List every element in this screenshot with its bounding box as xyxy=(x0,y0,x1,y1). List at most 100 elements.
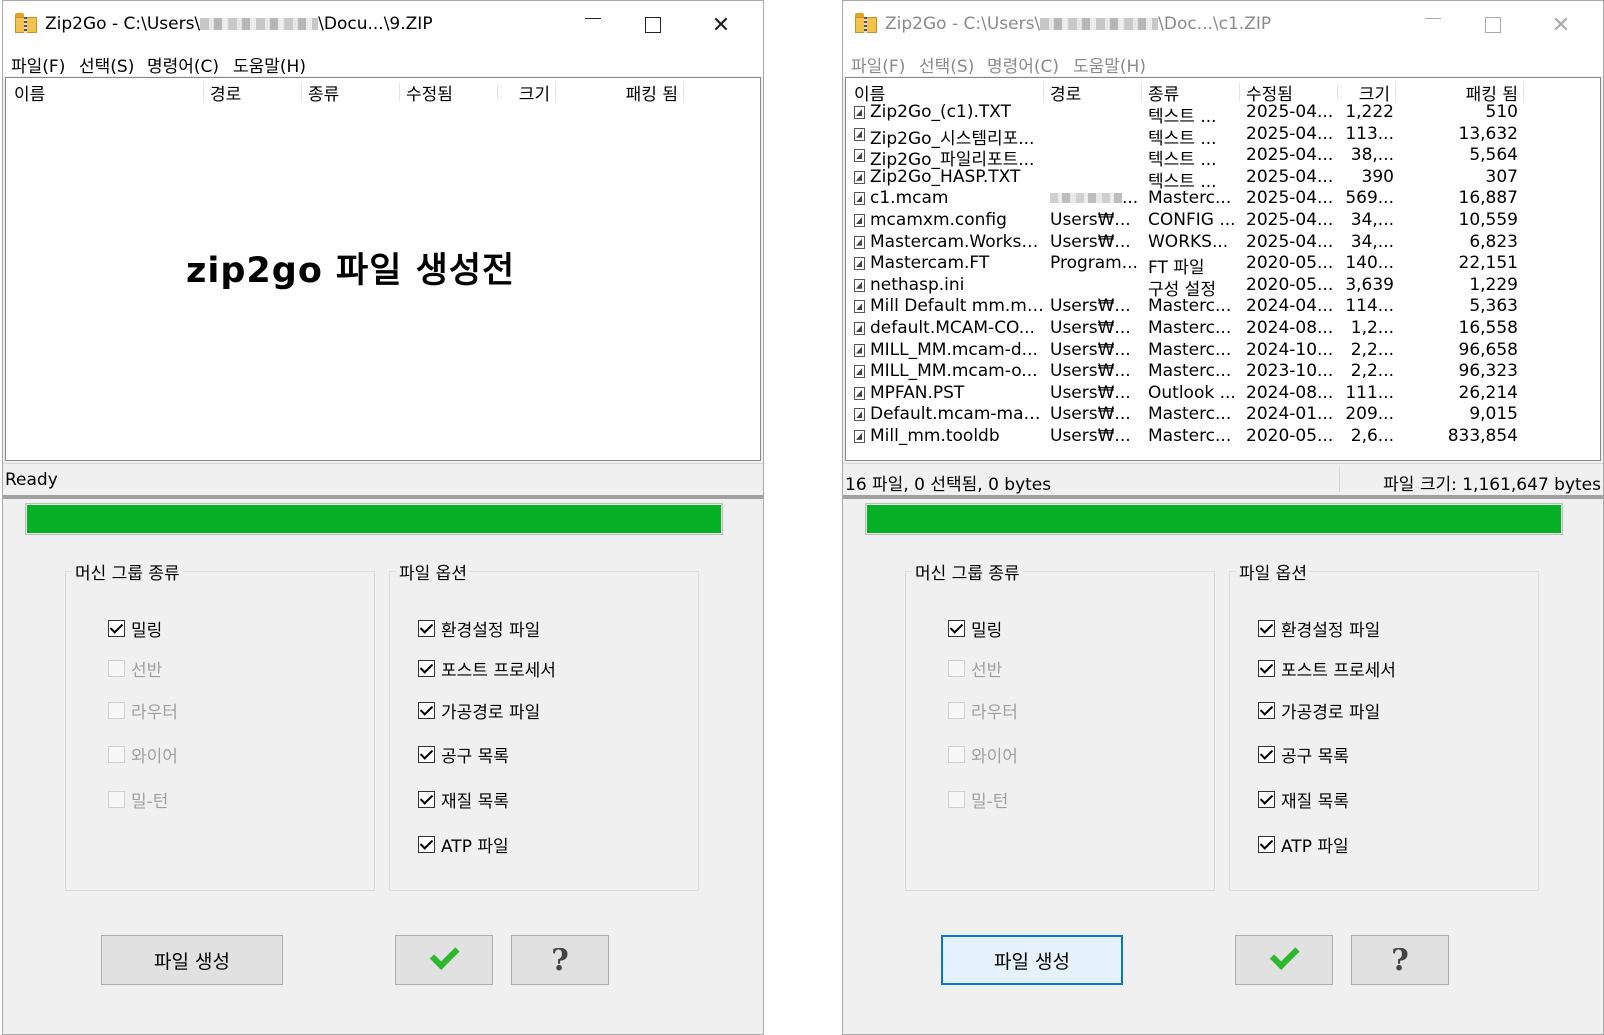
column-header-name[interactable]: 이름 xyxy=(854,80,1044,105)
minimize-button[interactable] xyxy=(1403,1,1463,49)
column-header-packed[interactable]: 패킹 됨 xyxy=(562,80,684,105)
checkbox-box[interactable] xyxy=(1258,745,1275,763)
table-row[interactable]: default.MCAM-CO... Users₩... Masterc... 202… xyxy=(846,318,1600,340)
checkbox-post-processor[interactable]: 포스트 프로세서 xyxy=(1258,656,1396,681)
column-header-modified[interactable]: 수정됨 xyxy=(1246,80,1338,105)
menu-file[interactable]: 파일(F) xyxy=(11,52,65,77)
maximize-button[interactable] xyxy=(1463,1,1523,49)
column-header-path[interactable]: 경로 xyxy=(1050,80,1142,105)
checkbox-atp-file[interactable]: ATP 파일 xyxy=(418,832,509,857)
column-header-size[interactable]: 크기 xyxy=(504,80,556,105)
checkbox-material-list[interactable]: 재질 목록 xyxy=(418,787,509,812)
checkbox-tool-list[interactable]: 공구 목록 xyxy=(1258,742,1349,767)
table-row[interactable]: Zip2Go_HASP.TXT 텍스트 ... 2025-04... 390 307 xyxy=(846,166,1600,192)
checkbox-toolpath-file[interactable]: 가공경로 파일 xyxy=(1258,698,1380,723)
create-file-button[interactable]: 파일 생성 xyxy=(101,935,283,985)
menu-select[interactable]: 선택(S) xyxy=(919,52,974,77)
column-header-modified[interactable]: 수정됨 xyxy=(406,80,498,105)
maximize-button[interactable] xyxy=(623,1,683,49)
cell-size: 2,2... xyxy=(1350,361,1394,382)
help-button[interactable]: ? xyxy=(1351,935,1449,985)
create-file-button[interactable]: 파일 생성 xyxy=(941,935,1123,985)
question-icon: ? xyxy=(551,942,569,978)
table-row[interactable]: Zip2Go_(c1).TXT 텍스트 ... 2025-04... 1,222 510 xyxy=(846,102,1600,127)
checkbox-box[interactable] xyxy=(418,619,435,637)
minimize-button[interactable] xyxy=(563,1,623,49)
cell-modified: 2025-04... xyxy=(1246,166,1334,187)
file-icon xyxy=(854,192,865,206)
cell-packed: 510 xyxy=(1485,102,1518,122)
checkbox-box[interactable] xyxy=(948,619,965,637)
checkbox-box[interactable] xyxy=(1258,659,1275,677)
status-bar: Ready xyxy=(3,463,763,496)
table-row[interactable]: nethasp.ini 구성 설정 2020-05... 3,639 1,229 xyxy=(846,274,1600,300)
column-header-size[interactable]: 크기 xyxy=(1344,80,1396,105)
checkbox-lathe: 선반 xyxy=(948,656,1002,681)
table-row[interactable]: Zip2Go_시스템리포... 텍스트 ... 2025-04... 113... 13… xyxy=(846,123,1600,149)
close-button[interactable]: ✕ xyxy=(691,1,751,49)
column-header-path[interactable]: 경로 xyxy=(210,80,302,105)
checkbox-box[interactable] xyxy=(418,701,435,719)
table-row[interactable]: mcamxm.config Users₩... CONFIG ... 2025-04.… xyxy=(846,210,1600,232)
menu-file[interactable]: 파일(F) xyxy=(851,52,905,77)
menu-help[interactable]: 도움말(H) xyxy=(233,52,306,77)
ok-button[interactable] xyxy=(395,935,493,985)
table-row[interactable]: c1.mcam... Masterc... 2025-04... 569... 16,8… xyxy=(846,188,1600,210)
cell-path: Users₩... xyxy=(1050,382,1131,403)
menu-command[interactable]: 명령어(C) xyxy=(147,52,219,77)
checkbox-config-file[interactable]: 환경설정 파일 xyxy=(418,616,540,641)
checkbox-post-processor[interactable]: 포스트 프로세서 xyxy=(418,656,556,681)
table-row[interactable]: Mill_mm.tooldb Users₩... Masterc... 2020-05… xyxy=(846,426,1600,448)
checkbox-router: 라우터 xyxy=(108,698,178,723)
checkbox-box[interactable] xyxy=(1258,790,1275,808)
table-row[interactable]: Mill Default mm.mc... Users₩... Masterc...… xyxy=(846,296,1600,318)
zip-folder-icon xyxy=(855,13,877,33)
ok-button[interactable] xyxy=(1235,935,1333,985)
checkbox-material-list[interactable]: 재질 목록 xyxy=(1258,787,1349,812)
table-row[interactable]: MPFAN.PST Users₩... Outlook ... 2024-08... 1… xyxy=(846,383,1600,405)
table-row[interactable]: Default.mcam-mat... Users₩... Masterc... 20… xyxy=(846,404,1600,426)
cell-modified: 2020-05... xyxy=(1246,274,1334,295)
table-row[interactable]: MILL_MM.mcam-o... Users₩... Masterc... 2023… xyxy=(846,361,1600,383)
table-row[interactable]: Zip2Go_파일리포트... 텍스트 ... 2025-04... 38,... 5,… xyxy=(846,145,1600,170)
column-header-type[interactable]: 종류 xyxy=(308,80,400,105)
checkbox-wire: 와이어 xyxy=(948,742,1018,767)
checkbox-box[interactable] xyxy=(418,745,435,763)
checkbox-box[interactable] xyxy=(418,790,435,808)
checkbox-milling[interactable]: 밀링 xyxy=(948,616,1002,641)
checkbox-box[interactable] xyxy=(1258,619,1275,637)
checkbox-box xyxy=(948,745,965,763)
checkbox-box[interactable] xyxy=(108,619,125,637)
checkbox-toolpath-file[interactable]: 가공경로 파일 xyxy=(418,698,540,723)
checkbox-milling[interactable]: 밀링 xyxy=(108,616,162,641)
cell-size: 3,639 xyxy=(1345,274,1394,295)
checkbox-box[interactable] xyxy=(418,659,435,677)
group-label: 파일 옵션 xyxy=(1236,559,1310,584)
checkbox-atp-file[interactable]: ATP 파일 xyxy=(1258,832,1349,857)
menu-help[interactable]: 도움말(H) xyxy=(1073,52,1146,77)
column-header-type[interactable]: 종류 xyxy=(1148,80,1240,105)
table-row[interactable]: MILL_MM.mcam-d... Users₩... Masterc... 2024… xyxy=(846,340,1600,362)
column-header-packed[interactable]: 패킹 됨 xyxy=(1402,80,1524,105)
title-bar[interactable]: Zip2Go - C:\Users\ \Docu...\9.ZIP ✕ xyxy=(3,1,763,49)
checkbox-tool-list[interactable]: 공구 목록 xyxy=(418,742,509,767)
splitter[interactable] xyxy=(843,495,1603,499)
checkbox-box xyxy=(948,790,965,808)
checkbox-box[interactable] xyxy=(418,835,435,853)
help-button[interactable]: ? xyxy=(511,935,609,985)
menu-select[interactable]: 선택(S) xyxy=(79,52,134,77)
cell-size: 113... xyxy=(1345,123,1394,144)
checkbox-config-file[interactable]: 환경설정 파일 xyxy=(1258,616,1380,641)
file-list[interactable]: 이름 경로 종류 수정됨 크기 패킹 됨 Zip2Go_(c1).TXT 텍스트 … xyxy=(845,77,1601,461)
checkbox-mill-turn: 밀-턴 xyxy=(108,787,168,812)
checkbox-box[interactable] xyxy=(1258,701,1275,719)
column-header-name[interactable]: 이름 xyxy=(14,80,204,105)
title-bar[interactable]: Zip2Go - C:\Users\ \Doc...\c1.ZIP ✕ xyxy=(843,1,1603,49)
table-row[interactable]: Mastercam.Worksp... Users₩... WORKS... 2025… xyxy=(846,232,1600,254)
file-list[interactable]: 이름 경로 종류 수정됨 크기 패킹 됨 zip2go 파일 생성전 xyxy=(5,77,761,461)
splitter[interactable] xyxy=(3,495,763,499)
menu-command[interactable]: 명령어(C) xyxy=(987,52,1059,77)
checkbox-box[interactable] xyxy=(1258,835,1275,853)
close-button[interactable]: ✕ xyxy=(1531,1,1591,49)
table-row[interactable]: Mastercam.FT Program... FT 파일 2020-05... 140… xyxy=(846,253,1600,278)
